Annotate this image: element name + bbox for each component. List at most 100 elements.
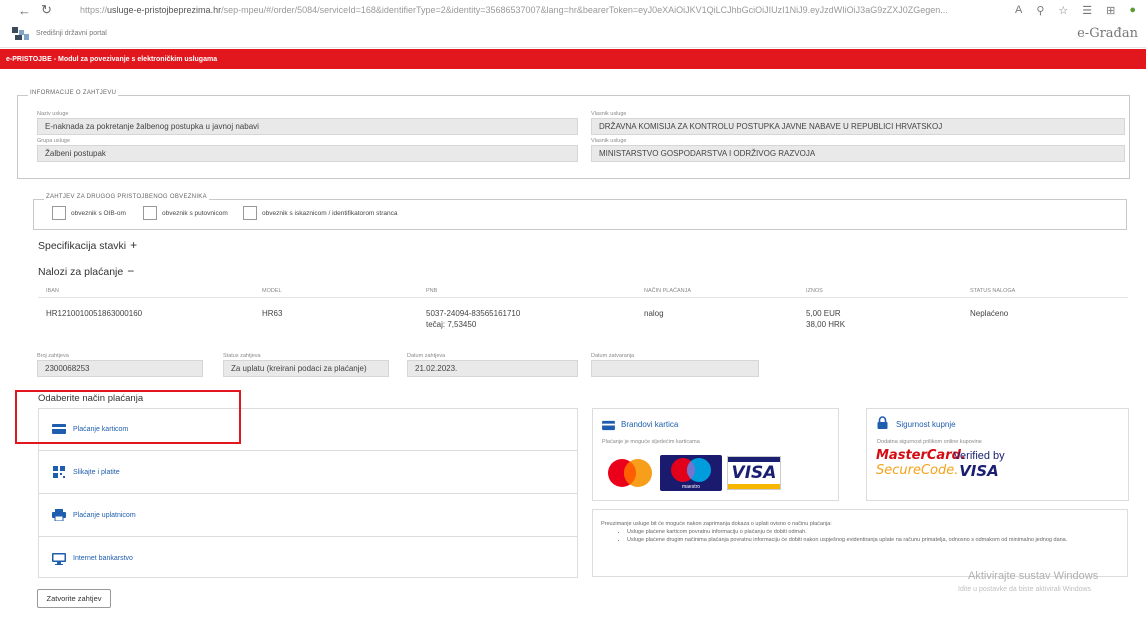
secure-shopping-title[interactable]: Sigurnost kupnje [896, 420, 956, 429]
pay-by-slip-label: Plaćanje uplatnicom [73, 511, 136, 519]
visa-wordmark: VISA [959, 462, 999, 480]
row-amount-eur: 5,00 EUR [806, 309, 841, 318]
visa-stripe-top [728, 457, 780, 462]
card-brands-subtitle: Plaćanje je moguće sljedećim karticama [602, 439, 700, 445]
service-name-field: E-naknada za pokretanje žalbenog postupk… [37, 118, 578, 135]
back-icon[interactable]: ← [18, 3, 31, 18]
col-header-model: MODEL [262, 288, 282, 294]
closing-date-field [591, 360, 759, 377]
portal-name[interactable]: Središnji državni portal [36, 30, 107, 37]
service-owner2-field: MINISTARSTVO GOSPODARSTVA I ODRŽIVOG RAZ… [591, 145, 1125, 162]
payer-passport-checkbox[interactable]: obveznik s putovnicom [143, 206, 228, 220]
payment-orders-title: Nalozi za plaćanje [38, 266, 124, 278]
visa-text: VISA [731, 463, 777, 483]
specification-section-title[interactable]: Specifikacija stavki + [38, 238, 137, 252]
service-group-field: Žalbeni postupak [37, 145, 578, 162]
internet-banking-label: Internet bankarstvo [73, 555, 133, 562]
card-brands-title[interactable]: Brandovi kartica [621, 420, 678, 429]
row-amount-hrk: 38,00 HRK [806, 320, 846, 329]
row-method: nalog [644, 309, 664, 318]
scan-and-pay-label: Slikajte i platite [73, 468, 120, 476]
service-owner-label: Vlasnik usluge [591, 111, 627, 117]
maestro-logo: maestro [660, 455, 722, 491]
url-path: /sep-mpeu/#/order/5084/serviceId=168&ide… [221, 5, 948, 15]
row-model: HR63 [262, 309, 283, 318]
col-header-pnb: PNB [426, 288, 438, 294]
request-number-field: 2300068253 [37, 360, 203, 377]
request-date-field: 21.02.2023. [407, 360, 578, 377]
row-status: Neplaćeno [970, 309, 1009, 318]
portal-header: Središnji državni portal e-Građan [0, 20, 1146, 48]
url-host: usluge-e-pristojbeprezima.hr [107, 5, 222, 15]
collections-icon[interactable]: ☰ [1082, 4, 1092, 17]
service-owner-field: DRŽAVNA KOMISIJA ZA KONTROLU POSTUPKA JA… [591, 118, 1125, 135]
pay-by-slip-option[interactable]: Plaćanje uplatnicom [38, 494, 578, 537]
lock-icon [877, 416, 888, 434]
service-group-label: Grupa usluge [37, 138, 71, 144]
note-intro: Preuzimanje usluge bit će moguće nakon z… [601, 521, 832, 527]
internet-banking-option[interactable]: Internet bankarstvo [38, 537, 578, 580]
payment-orders-section-title[interactable]: Nalozi za plaćanje − [38, 264, 134, 278]
zoom-icon[interactable]: ⚲ [1036, 4, 1044, 17]
windows-activation-subtext: Idite u postavke da biste aktivirali Win… [958, 586, 1092, 593]
egradan-brand[interactable]: e-Građan [1077, 26, 1138, 41]
specification-title: Specifikacija stavki [38, 240, 127, 252]
payer-oib-label: obveznik s OIB-om [71, 209, 126, 217]
url-prefix: https:// [80, 5, 108, 15]
request-info-fieldset: INFORMACIJE O ZAHTJEVU [17, 90, 1130, 179]
maestro-text: maestro [681, 484, 701, 490]
monitor-icon [52, 552, 66, 565]
payer-id-label: obveznik s iskaznicom / identifikatorom … [262, 209, 398, 217]
checkbox-box[interactable] [143, 206, 157, 220]
checkbox-box[interactable] [52, 206, 66, 220]
highlight-box [15, 390, 241, 444]
closing-date-label: Datum zatvaranja [591, 353, 635, 359]
note-item-card: Usluge plaćene karticom povratnu informa… [627, 528, 1119, 536]
qr-code-icon [52, 466, 66, 478]
verified-by-visa-logo: Verified by VISA [944, 449, 1014, 483]
col-header-iban: IBAN [46, 288, 59, 294]
profile-icon[interactable]: ● [1129, 4, 1136, 17]
service-owner2-label: Vlasnik usluge [591, 138, 627, 144]
payer-id-checkbox[interactable]: obveznik s iskaznicom / identifikatorom … [243, 206, 397, 220]
col-header-amount: IZNOS [806, 288, 823, 294]
payer-passport-label: obveznik s putovnicom [162, 209, 228, 217]
credit-card-icon [602, 418, 615, 436]
request-number-label: Broj zahtjeva [37, 353, 69, 359]
service-name-label: Naziv usluge [37, 111, 69, 117]
request-date-label: Datum zahtjeva [407, 353, 446, 359]
browser-nav: ← ↻ [0, 2, 80, 18]
browser-toolbar: ← ↻ https://usluge-e-pristojbeprezima.hr… [0, 0, 1146, 20]
mastercard-logo [605, 455, 655, 491]
module-title: e-PRISTOJBE - Modul za povezivanje s ele… [6, 55, 218, 63]
request-status-field: Za uplatu (kreirani podaci za plaćanje) [223, 360, 389, 377]
browser-tools: A ⚲ ☆ ☰ ⊞ ● [1005, 4, 1146, 17]
payer-oib-checkbox[interactable]: obveznik s OIB-om [52, 206, 126, 220]
scan-and-pay-option[interactable]: Slikajte i platite [38, 451, 578, 494]
portal-logo-icon [12, 26, 30, 41]
request-status-label: Status zahtjeva [223, 353, 261, 359]
request-info-legend: INFORMACIJE O ZAHTJEVU [28, 90, 119, 96]
extensions-icon[interactable]: ⊞ [1106, 4, 1115, 17]
row-iban: HR1210010051863000160 [46, 309, 143, 318]
refresh-icon[interactable]: ↻ [41, 2, 52, 18]
expand-icon[interactable]: + [130, 238, 137, 252]
col-header-status: STATUS NALOGA [970, 288, 1016, 294]
close-request-button[interactable]: Zatvorite zahtjev [37, 589, 111, 608]
note-item-other: Usluge plaćene drugim načinima plaćanja … [627, 536, 1119, 544]
verified-by-text: Verified by [953, 450, 1005, 462]
address-bar[interactable]: https://usluge-e-pristojbeprezima.hr/sep… [80, 5, 1005, 15]
module-title-bar: e-PRISTOJBE - Modul za povezivanje s ele… [0, 49, 1146, 69]
visa-stripe-bottom [728, 484, 780, 489]
read-aloud-icon[interactable]: A [1015, 4, 1022, 17]
table-divider [38, 297, 1128, 298]
favorites-icon[interactable]: ☆ [1058, 4, 1068, 17]
collapse-icon[interactable]: − [127, 264, 134, 278]
checkbox-box[interactable] [243, 206, 257, 220]
other-payer-legend: ZAHTJEV ZA DRUGOG PRISTOJBENOG OBVEZNIKA [44, 194, 209, 200]
col-header-method: NAČIN PLAĆANJA [644, 288, 692, 294]
row-pnb: 5037-24094-83565161710 [426, 309, 521, 318]
secure-shopping-subtitle: Dodatna sigurnost prilikom online kupovi… [877, 439, 982, 445]
windows-activation-watermark: Aktivirajte sustav Windows [968, 570, 1099, 582]
printer-icon [52, 509, 66, 522]
